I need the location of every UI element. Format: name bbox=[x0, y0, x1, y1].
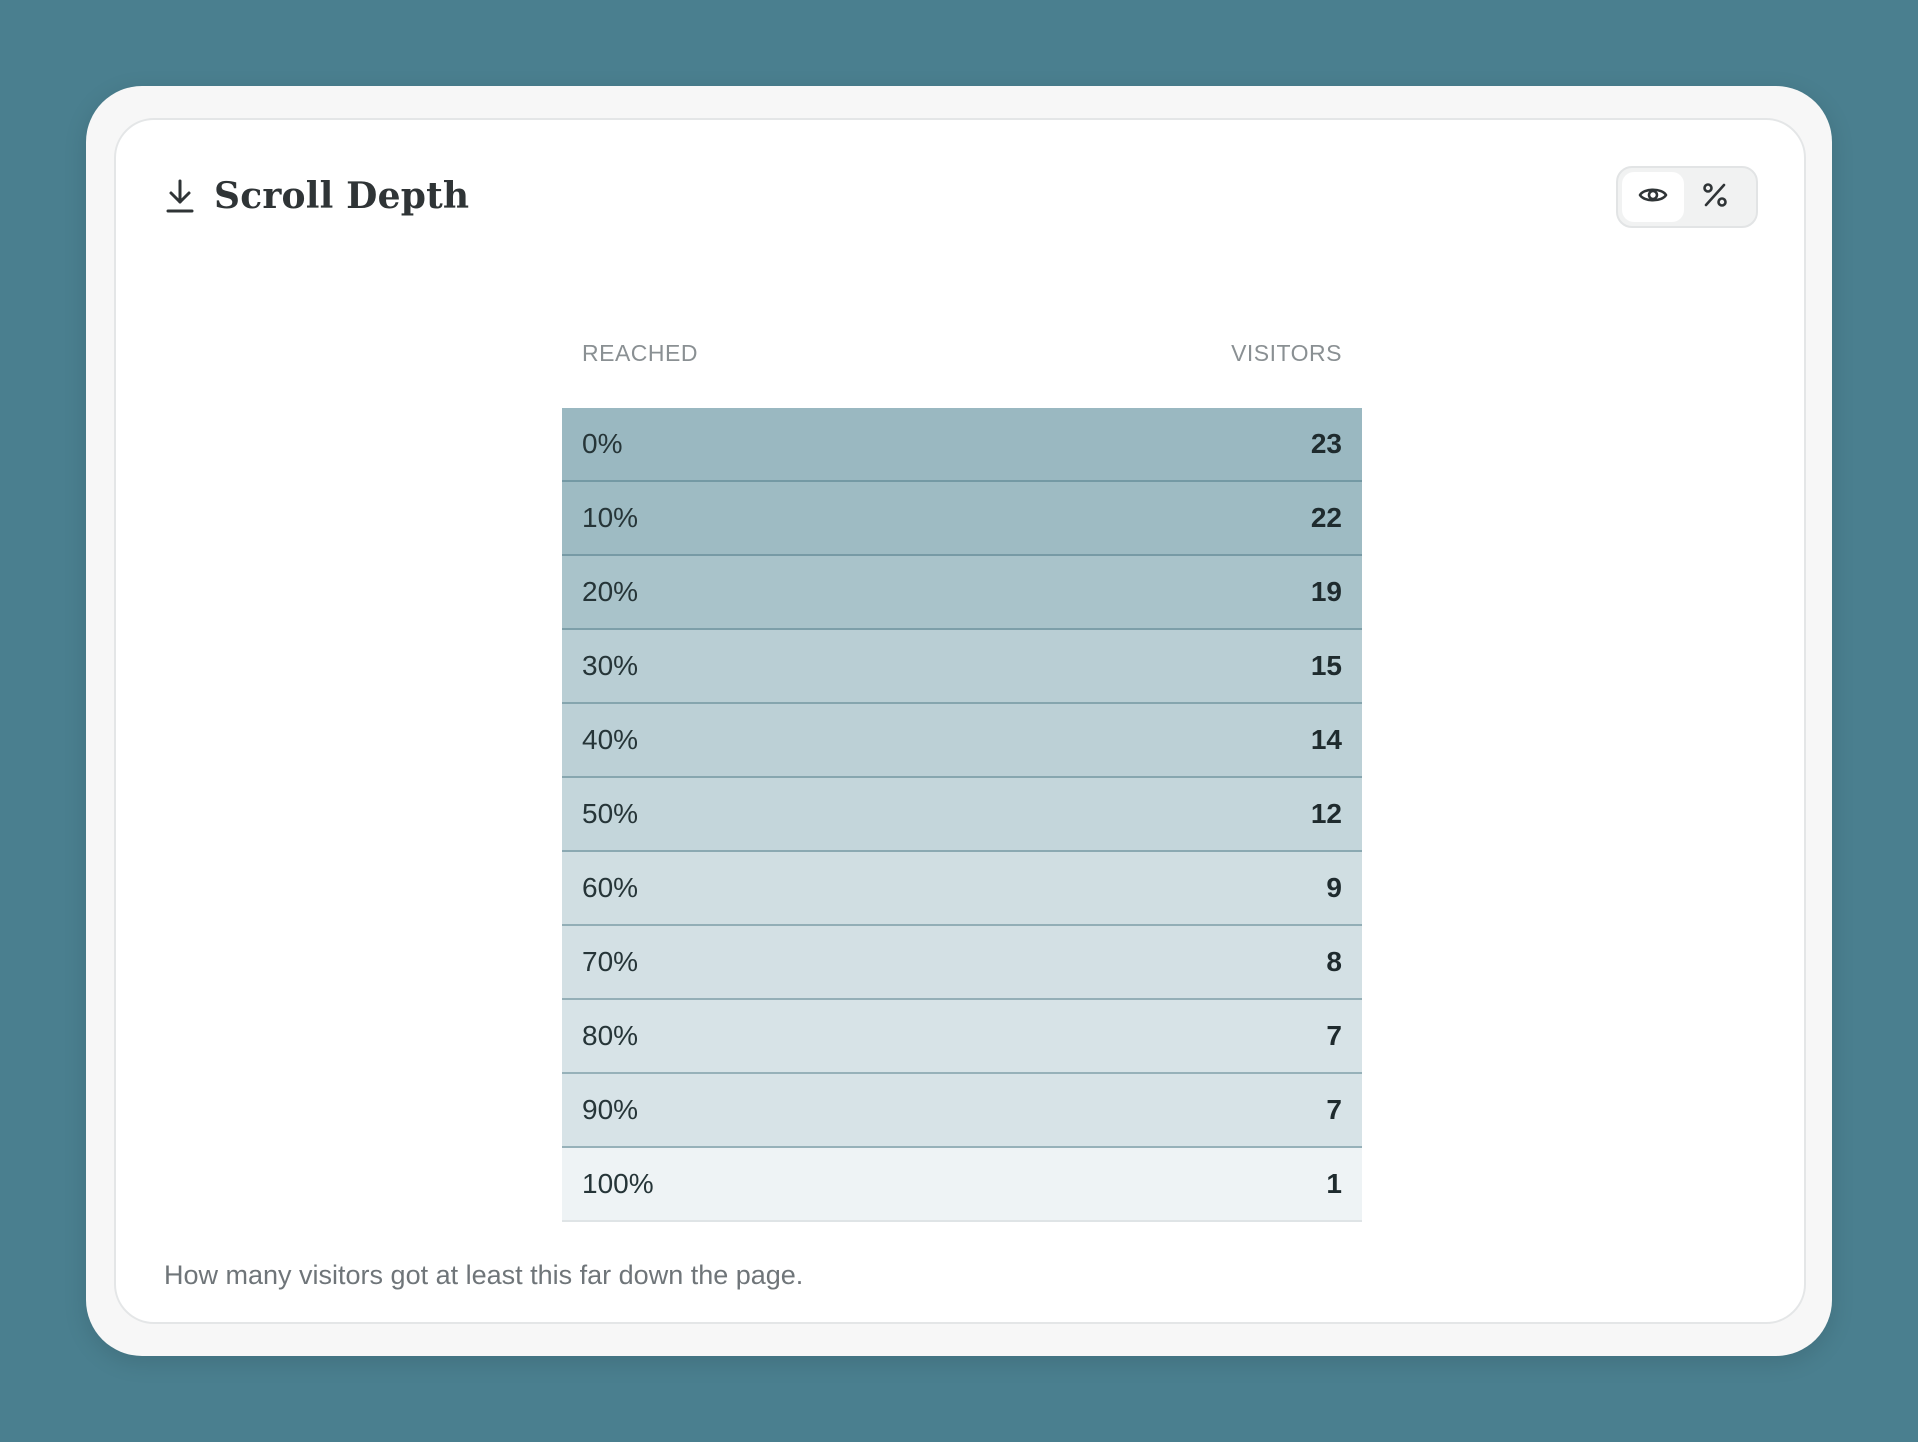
reached-cell: 0% bbox=[582, 428, 623, 459]
reached-cell: 20% bbox=[582, 576, 639, 607]
visitors-cell: 14 bbox=[1310, 724, 1342, 755]
table-row: 90% 7 bbox=[562, 1074, 1362, 1148]
visitors-cell: 15 bbox=[1310, 650, 1342, 681]
table-body: 0% 23 10% 22 20% 19 30% 15 40% 14 50% 12 60% 9 70% 8 80%… bbox=[562, 408, 1362, 1222]
visitors-cell: 7 bbox=[1326, 1094, 1342, 1125]
table-row: 20% 19 bbox=[562, 556, 1362, 630]
reached-cell: 30% bbox=[582, 650, 639, 681]
reached-cell: 50% bbox=[582, 798, 639, 829]
reached-cell: 100% bbox=[582, 1168, 654, 1199]
table-row: 60% 9 bbox=[562, 852, 1362, 926]
table-row: 0% 23 bbox=[562, 408, 1362, 482]
visitors-cell: 1 bbox=[1326, 1168, 1342, 1199]
column-header-visitors: VISITORS bbox=[1231, 339, 1342, 366]
reached-cell: 40% bbox=[582, 724, 639, 755]
percent-icon bbox=[1702, 182, 1728, 213]
reached-cell: 70% bbox=[582, 946, 639, 977]
table-row: 30% 15 bbox=[562, 630, 1362, 704]
visitors-cell: 23 bbox=[1310, 428, 1342, 459]
reached-cell: 90% bbox=[582, 1094, 639, 1125]
scroll-depth-card: Scroll Depth REACHED VISITORS 0% 23 10% … bbox=[114, 118, 1806, 1324]
table-row: 100% 1 bbox=[562, 1148, 1362, 1222]
visitors-view-toggle[interactable] bbox=[1622, 172, 1684, 222]
scroll-depth-table: REACHED VISITORS 0% 23 10% 22 20% 19 30% 15 40% 1… bbox=[562, 298, 1362, 1222]
table-header: REACHED VISITORS bbox=[562, 298, 1362, 408]
visitors-cell: 8 bbox=[1326, 946, 1342, 977]
percent-view-toggle[interactable] bbox=[1684, 172, 1746, 222]
visitors-cell: 19 bbox=[1310, 576, 1342, 607]
column-header-reached: REACHED bbox=[582, 339, 698, 366]
card-header: Scroll Depth bbox=[164, 168, 469, 224]
visitors-cell: 22 bbox=[1310, 502, 1342, 533]
eye-icon bbox=[1638, 184, 1668, 211]
visitors-cell: 9 bbox=[1326, 872, 1342, 903]
reached-cell: 60% bbox=[582, 872, 639, 903]
outer-card: Scroll Depth REACHED VISITORS 0% 23 10% … bbox=[86, 86, 1832, 1356]
visitors-cell: 12 bbox=[1310, 798, 1342, 829]
download-icon[interactable] bbox=[164, 176, 196, 216]
table-row: 40% 14 bbox=[562, 704, 1362, 778]
table-caption: How many visitors got at least this far … bbox=[164, 1260, 804, 1290]
visitors-cell: 7 bbox=[1326, 1020, 1342, 1051]
table-row: 80% 7 bbox=[562, 1000, 1362, 1074]
view-toggle-group bbox=[1616, 166, 1758, 228]
table-row: 70% 8 bbox=[562, 926, 1362, 1000]
reached-cell: 10% bbox=[582, 502, 639, 533]
table-row: 50% 12 bbox=[562, 778, 1362, 852]
card-title: Scroll Depth bbox=[214, 175, 470, 217]
table-row: 10% 22 bbox=[562, 482, 1362, 556]
reached-cell: 80% bbox=[582, 1020, 639, 1051]
